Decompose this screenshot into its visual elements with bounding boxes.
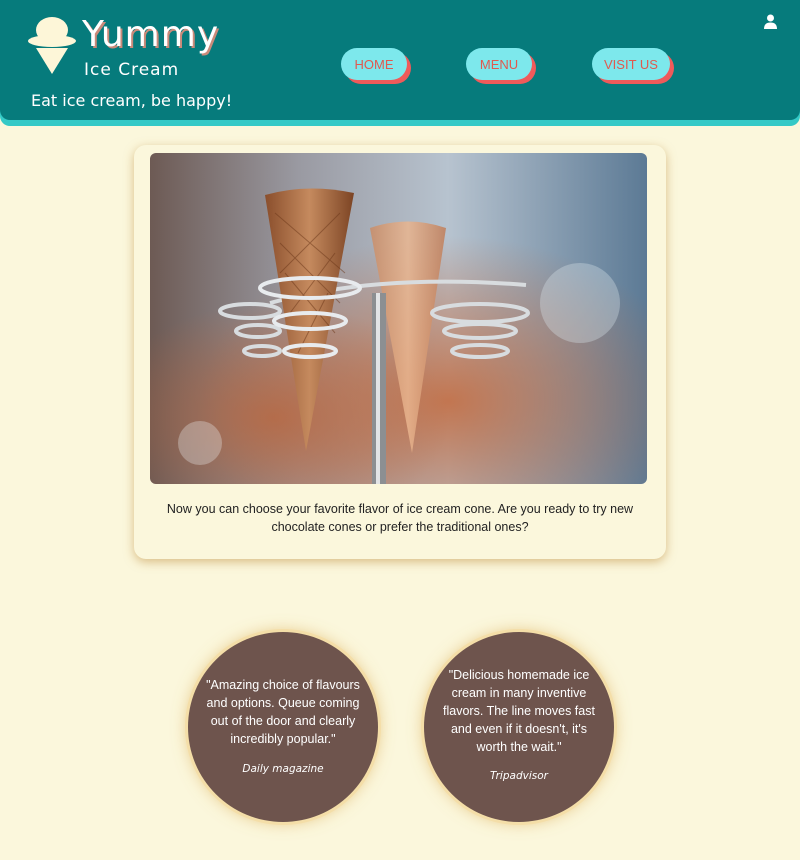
featured-description: Now you can choose your favorite flavor … xyxy=(166,502,634,534)
review-source: Daily magazine xyxy=(242,763,324,775)
tagline: Eat ice cream, be happy! xyxy=(31,91,233,110)
site-header: Yummy Ice Cream Eat ice cream, be happy!… xyxy=(0,0,800,120)
user-icon[interactable] xyxy=(764,14,777,29)
brand-subtitle: Ice Cream xyxy=(84,60,180,80)
review-bubble: "Amazing choice of flavours and options.… xyxy=(188,632,378,822)
nav-home-button[interactable]: HOME xyxy=(341,48,407,80)
review-source: Tripadvisor xyxy=(490,770,548,782)
review-bubble: "Delicious homemade ice cream in many in… xyxy=(424,632,614,822)
nav-menu-button[interactable]: MENU xyxy=(466,48,532,80)
brand-name: Yummy xyxy=(82,14,220,55)
review-quote: "Delicious homemade ice cream in many in… xyxy=(443,668,595,754)
review-quote: "Amazing choice of flavours and options.… xyxy=(206,678,360,746)
featured-card: Now you can choose your favorite flavor … xyxy=(134,145,666,559)
ice-cream-cones-photo xyxy=(150,153,647,484)
ice-cream-cone-icon xyxy=(28,17,76,74)
nav-visit-us-button[interactable]: VISIT US xyxy=(592,48,670,80)
